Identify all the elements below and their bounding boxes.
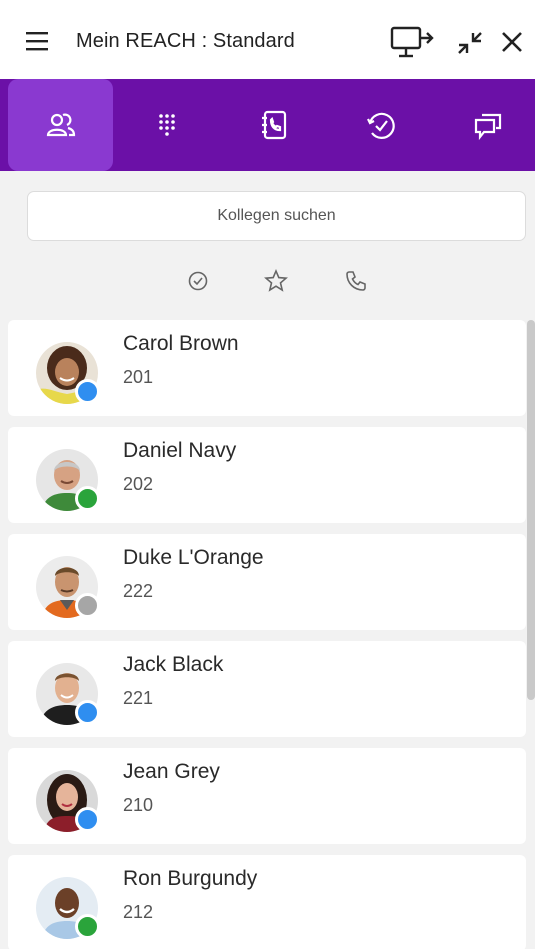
contact-name: Carol Brown <box>123 332 239 355</box>
dialpad-icon <box>158 114 175 136</box>
title-bar: Mein REACH : Standard <box>0 0 535 79</box>
presence-status-badge <box>75 593 100 618</box>
app-title: Mein REACH : Standard <box>76 30 295 52</box>
filter-bar <box>0 268 535 298</box>
contact-card[interactable]: Ron Burgundy 212 <box>8 855 526 949</box>
contact-name: Daniel Navy <box>123 439 237 462</box>
contact-extension: 221 <box>123 688 154 708</box>
contact-card[interactable]: Duke L'Orange 222 <box>8 534 526 630</box>
close-icon[interactable] <box>500 30 524 54</box>
chat-icon <box>474 113 501 141</box>
contacts-icon <box>46 113 75 137</box>
contact-extension: 202 <box>123 474 154 494</box>
tab-bar <box>0 79 535 171</box>
contact-name: Ron Burgundy <box>123 867 258 890</box>
presence-status-badge <box>75 379 100 404</box>
phone-filter-icon[interactable] <box>343 268 369 294</box>
presence-status-badge <box>75 700 100 725</box>
contact-extension: 201 <box>123 367 154 387</box>
contact-name: Jean Grey <box>123 760 220 783</box>
presence-status-badge <box>75 486 100 511</box>
colleague-search-input[interactable] <box>27 191 526 241</box>
phonebook-icon <box>261 110 286 140</box>
contact-card[interactable]: Daniel Navy 202 <box>8 427 526 523</box>
contact-card[interactable]: Carol Brown 201 <box>8 320 526 416</box>
tab-contacts[interactable] <box>8 79 113 171</box>
tab-chat[interactable] <box>434 79 535 171</box>
contact-extension: 222 <box>123 581 154 601</box>
contact-card[interactable]: Jack Black 221 <box>8 641 526 737</box>
favorite-filter-icon[interactable] <box>263 268 289 294</box>
available-filter-icon[interactable] <box>185 268 211 294</box>
contact-name: Jack Black <box>123 653 224 676</box>
contact-extension: 210 <box>123 795 154 815</box>
screen-share-icon[interactable] <box>390 24 434 60</box>
contact-card[interactable]: Jean Grey 210 <box>8 748 526 844</box>
hamburger-menu-icon[interactable] <box>26 30 48 52</box>
call-history-icon <box>366 112 395 139</box>
contact-name: Duke L'Orange <box>123 546 264 569</box>
presence-status-badge <box>75 807 100 832</box>
presence-status-badge <box>75 914 100 939</box>
list-scrollbar[interactable] <box>527 320 535 700</box>
tab-phonebook[interactable] <box>220 79 327 171</box>
tab-call-history[interactable] <box>327 79 434 171</box>
tab-dialpad[interactable] <box>113 79 220 171</box>
shrink-icon[interactable] <box>455 29 485 57</box>
contact-extension: 212 <box>123 902 154 922</box>
